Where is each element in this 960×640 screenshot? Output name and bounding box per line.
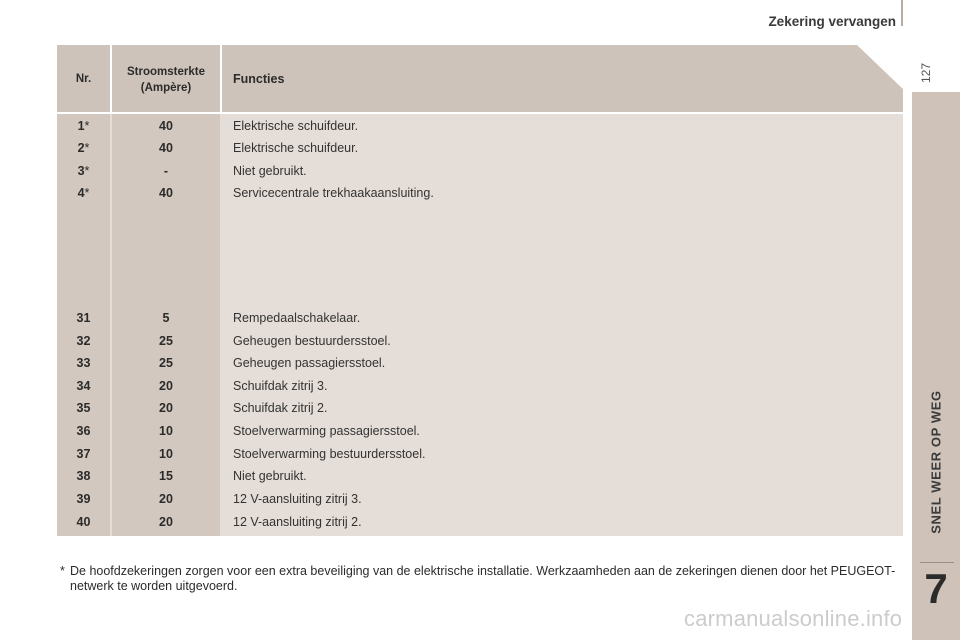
fuse-number-text: 36 [76, 424, 91, 438]
fuse-number: 4* [57, 182, 110, 204]
header-functions: Functies [233, 72, 285, 86]
fuse-function: Geheugen passagiersstoel. [233, 356, 386, 370]
fuse-number-text: 40 [76, 515, 91, 529]
fuse-function: Rempedaalschakelaar. [233, 311, 361, 325]
fuse-footnote-mark: * [84, 119, 90, 133]
section-title: Zekering vervangen [768, 14, 896, 29]
fuse-amperage: 20 [159, 379, 173, 393]
fuse-function: 12 V-aansluiting zitrij 3. [233, 492, 362, 506]
fuse-function: 12 V-aansluiting zitrij 2. [233, 515, 362, 529]
fuse-number: 36 [57, 420, 110, 442]
fuse-number: 1* [57, 115, 110, 137]
fuse-number: 32 [57, 330, 110, 352]
table-row: 39 20 12 V-aansluiting zitrij 3. [57, 488, 903, 510]
fuse-number: 34 [57, 375, 110, 397]
fuse-footnote-mark: * [84, 141, 90, 155]
table-row: 31 5 Rempedaalschakelaar. [57, 307, 903, 329]
fuse-number: 37 [57, 443, 110, 465]
footnote-mark: * [60, 564, 65, 578]
chapter-number: 7 [924, 565, 948, 612]
page-number-text: 127 [919, 62, 933, 84]
table-row: 32 25 Geheugen bestuurdersstoel. [57, 330, 903, 352]
fuse-function: Geheugen bestuurdersstoel. [233, 334, 391, 348]
fuse-number-text: 34 [76, 379, 91, 393]
fuse-amperage: 20 [159, 515, 173, 529]
fuse-number: 40 [57, 511, 110, 533]
fuse-amperage: 20 [159, 401, 173, 415]
fuse-number: 3* [57, 160, 110, 182]
fuse-number-text: 33 [76, 356, 91, 370]
fuse-function: Servicecentrale trekhaakaansluiting. [233, 186, 434, 200]
table-row: 1* 40 Elektrische schuifdeur. [57, 115, 903, 137]
footnote-text: De hoofdzekeringen zorgen voor een extra… [70, 564, 896, 593]
fuse-number: 38 [57, 465, 110, 487]
table-row: 40 20 12 V-aansluiting zitrij 2. [57, 511, 903, 533]
fuse-amperage: - [163, 164, 169, 178]
fuse-amperage: 5 [162, 311, 170, 325]
fuse-function: Niet gebruikt. [233, 164, 307, 178]
header-nr: Nr. [75, 73, 92, 85]
fuse-function: Niet gebruikt. [233, 469, 307, 483]
fuse-number-text: 37 [76, 447, 91, 461]
fuse-amperage: 25 [159, 356, 173, 370]
fuse-amperage: 15 [159, 469, 173, 483]
fuse-number-text: 35 [76, 401, 91, 415]
table-row: 4* 40 Servicecentrale trekhaakaansluiting. [57, 182, 903, 204]
fuse-amperage: 25 [159, 334, 173, 348]
fuse-number-text: 39 [76, 492, 91, 506]
fuse-number-text: 2 [77, 141, 85, 155]
table-row: 33 25 Geheugen passagiersstoel. [57, 352, 903, 374]
header-divider [901, 0, 903, 26]
header-amperage-line2: (Ampère) [140, 82, 192, 94]
fuse-number: 39 [57, 488, 110, 510]
fuse-amperage: 20 [159, 492, 173, 506]
fuse-footnote-mark: * [84, 186, 90, 200]
fuse-function: Schuifdak zitrij 3. [233, 379, 328, 393]
footnote: * De hoofdzekeringen zorgen voor een ext… [60, 564, 900, 594]
fuse-table: Nr. Stroomsterkte (Ampère) Functies 1* 40… [57, 45, 903, 536]
fuse-footnote-mark: * [84, 164, 90, 178]
fuse-function: Elektrische schuifdeur. [233, 119, 359, 133]
fuse-number-text: 38 [76, 469, 91, 483]
table-row: 37 10 Stoelverwarming bestuurdersstoel. [57, 443, 903, 465]
page-number: 127 [916, 58, 936, 88]
chapter-label: SNEL WEER OP WEG [912, 352, 960, 572]
table-row: 2* 40 Elektrische schuifdeur. [57, 137, 903, 159]
chapter-label-text: SNEL WEER OP WEG [928, 390, 944, 534]
table-row: 34 20 Schuifdak zitrij 3. [57, 375, 903, 397]
watermark: carmanualsonline.info [684, 606, 903, 631]
fuse-number-text: 31 [76, 311, 91, 325]
fuse-function: Stoelverwarming bestuurdersstoel. [233, 447, 426, 461]
fuse-amperage: 40 [159, 119, 173, 133]
table-row: 36 10 Stoelverwarming passagiersstoel. [57, 420, 903, 442]
fuse-number-text: 32 [76, 334, 91, 348]
column-divider [220, 45, 222, 112]
fuse-amperage: 40 [159, 186, 173, 200]
fuse-amperage: 40 [159, 141, 173, 155]
fuse-number: 2* [57, 137, 110, 159]
chapter-side-tab: SNEL WEER OP WEG 7 [912, 92, 960, 640]
table-row: 3* - Niet gebruikt. [57, 160, 903, 182]
fuse-function: Elektrische schuifdeur. [233, 141, 359, 155]
table-row: 38 15 Niet gebruikt. [57, 465, 903, 487]
table-row: 35 20 Schuifdak zitrij 2. [57, 397, 903, 419]
fuse-number-text: 1 [77, 119, 85, 133]
fuse-function: Schuifdak zitrij 2. [233, 401, 328, 415]
header-amperage: Stroomsterkte (Ampère) [112, 64, 220, 96]
fuse-number-text: 4 [77, 186, 85, 200]
fuse-amperage: 10 [159, 424, 173, 438]
chapter-divider [920, 562, 954, 563]
fuse-number: 31 [57, 307, 110, 329]
fuse-number: 33 [57, 352, 110, 374]
fuse-number-text: 3 [77, 164, 85, 178]
header-amperage-line1: Stroomsterkte [127, 66, 205, 78]
fuse-number: 35 [57, 397, 110, 419]
fuse-function: Stoelverwarming passagiersstoel. [233, 424, 420, 438]
fuse-amperage: 10 [159, 447, 173, 461]
